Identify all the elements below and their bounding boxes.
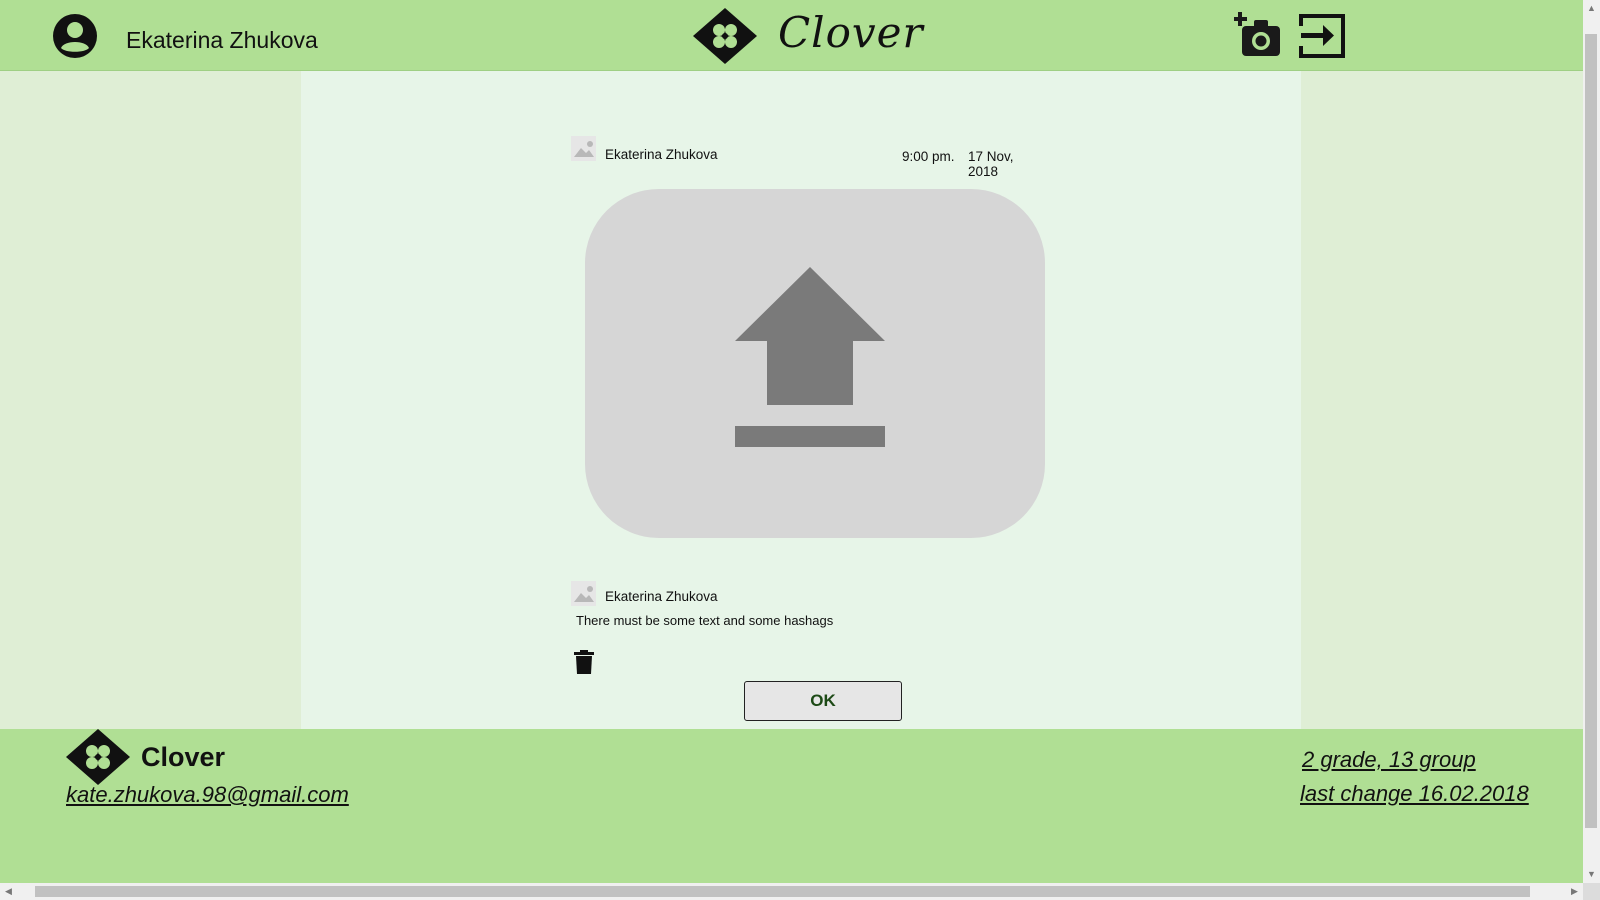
account-circle-icon[interactable]	[52, 13, 98, 59]
comment-text: There must be some text and some hashags	[576, 613, 834, 628]
header-user-name[interactable]: Ekaterina Zhukova	[126, 27, 318, 54]
post-date: 17 Nov, 2018	[968, 149, 1014, 179]
post-header: Ekaterina Zhukova 9:00 pm. 17 Nov, 2018	[571, 136, 1041, 179]
scroll-down-icon[interactable]: ▼	[1583, 866, 1600, 883]
trash-icon[interactable]	[574, 650, 594, 674]
clover-logo-icon[interactable]	[66, 729, 130, 785]
header-brand[interactable]: Clover	[778, 8, 924, 57]
image-placeholder-icon	[571, 136, 596, 161]
comment-avatar[interactable]	[571, 581, 596, 606]
add-photo-icon[interactable]	[1234, 12, 1282, 60]
comment-author[interactable]: Ekaterina Zhukova	[605, 589, 718, 604]
right-side-panel	[1301, 71, 1583, 729]
post-author[interactable]: Ekaterina Zhukova	[605, 147, 718, 162]
clover-logo-icon[interactable]	[693, 8, 757, 64]
post-time: 9:00 pm.	[902, 149, 955, 164]
comment-item: Ekaterina Zhukova There must be some tex…	[571, 581, 1071, 641]
top-header: Ekaterina Zhukova Clover	[0, 0, 1583, 71]
footer-brand[interactable]: Clover	[141, 742, 225, 773]
footer-grade-link[interactable]: 2 grade, 13 group	[1302, 747, 1476, 773]
vertical-scroll-thumb[interactable]	[1585, 34, 1597, 828]
login-icon[interactable]	[1297, 12, 1347, 60]
upload-icon	[735, 267, 885, 447]
scroll-up-icon[interactable]: ▲	[1583, 0, 1600, 17]
footer-email-link[interactable]: kate.zhukova.98@gmail.com	[66, 782, 349, 808]
image-upload-area[interactable]	[585, 189, 1045, 538]
horizontal-scrollbar[interactable]: ◀ ▶	[0, 883, 1583, 900]
ok-button[interactable]: OK	[744, 681, 902, 721]
left-side-panel	[0, 71, 301, 729]
image-placeholder-icon	[571, 581, 596, 606]
scroll-left-icon[interactable]: ◀	[0, 883, 17, 900]
scrollbar-corner	[1583, 883, 1600, 900]
horizontal-scroll-thumb[interactable]	[35, 886, 1530, 897]
footer: Clover kate.zhukova.98@gmail.com 2 grade…	[0, 729, 1583, 883]
footer-last-change-link[interactable]: last change 16.02.2018	[1300, 781, 1529, 807]
post-avatar[interactable]	[571, 136, 596, 161]
vertical-scrollbar[interactable]: ▲ ▼	[1583, 0, 1600, 883]
scroll-right-icon[interactable]: ▶	[1566, 883, 1583, 900]
